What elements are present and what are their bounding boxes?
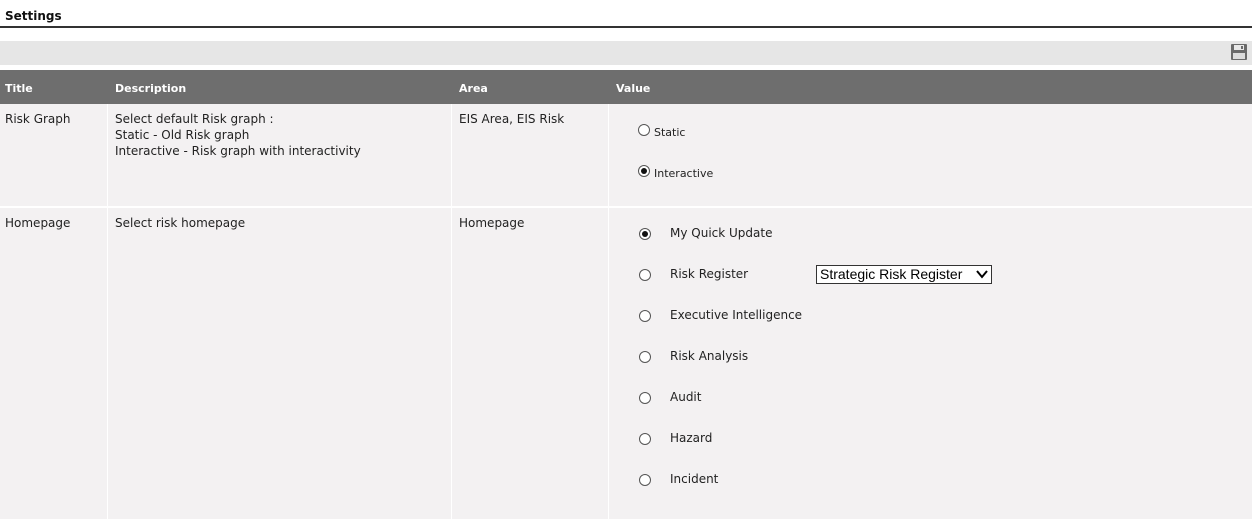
description-line: Interactive - Risk graph with interactiv… [115,144,361,158]
setting-description: Select default Risk graph : Static - Old… [115,111,361,159]
setting-title: Homepage [5,216,71,230]
radio-label-audit[interactable]: Audit [670,390,701,404]
chevron-down-icon [976,270,988,279]
setting-description: Select risk homepage [115,215,245,231]
risk-register-select[interactable]: Strategic Risk Register [816,265,992,284]
table-header: Title Description Area Value [0,70,1252,104]
column-header-area: Area [459,82,488,95]
column-header-value: Value [616,82,651,95]
risk-register-select-value: Strategic Risk Register [820,266,963,282]
setting-title: Risk Graph [5,112,71,126]
radio-incident[interactable] [639,474,651,486]
radio-interactive[interactable] [638,165,650,177]
cell-description: Select default Risk graph : Static - Old… [108,104,452,206]
description-line: Static - Old Risk graph [115,128,250,142]
table-row-risk-graph: Risk Graph Select default Risk graph : S… [0,104,1252,206]
page-header: Settings [0,0,1252,28]
radio-risk-analysis[interactable] [639,351,651,363]
cell-value: My Quick Update Risk Register Executive … [609,208,1252,519]
settings-table: Title Description Area Value Risk Graph … [0,70,1252,519]
cell-area: EIS Area, EIS Risk [452,104,609,206]
radio-audit[interactable] [639,392,651,404]
cell-description: Select risk homepage [108,208,452,519]
radio-executive-intelligence[interactable] [639,310,651,322]
radio-label-risk-register[interactable]: Risk Register [670,267,748,281]
radio-static[interactable] [638,124,650,136]
description-line: Select risk homepage [115,216,246,230]
cell-value: Static Interactive [609,104,1252,206]
toolbar [0,41,1252,65]
radio-hazard[interactable] [639,433,651,445]
page-title: Settings [5,9,62,23]
column-header-title: Title [5,82,33,95]
radio-label-hazard[interactable]: Hazard [670,431,712,445]
radio-label-incident[interactable]: Incident [670,472,718,486]
table-row-homepage: Homepage Select risk homepage Homepage M… [0,208,1252,519]
radio-label-interactive[interactable]: Interactive [654,167,713,180]
cell-area: Homepage [452,208,609,519]
setting-area: EIS Area, EIS Risk [459,112,565,126]
cell-title: Risk Graph [0,104,108,206]
radio-label-risk-analysis[interactable]: Risk Analysis [670,349,748,363]
description-line: Select default Risk graph : [115,112,274,126]
radio-label-static[interactable]: Static [654,126,685,139]
setting-area: Homepage [459,216,525,230]
radio-label-my-quick-update[interactable]: My Quick Update [670,226,772,240]
radio-risk-register[interactable] [639,269,651,281]
save-icon[interactable] [1231,44,1247,60]
cell-title: Homepage [0,208,108,519]
radio-my-quick-update[interactable] [639,228,651,240]
column-header-description: Description [115,82,187,95]
radio-label-executive-intelligence[interactable]: Executive Intelligence [670,308,802,322]
